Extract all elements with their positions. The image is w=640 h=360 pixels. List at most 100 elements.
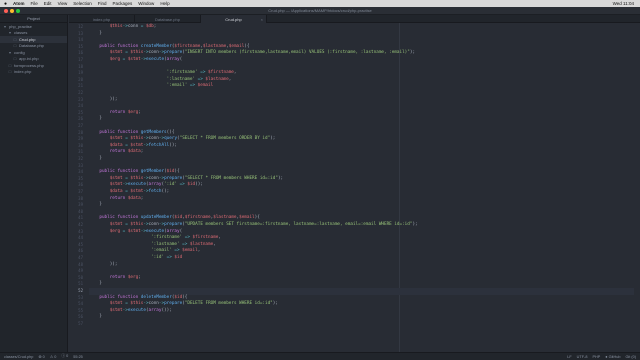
window-titlebar: Crud.php — /Applications/MAMP/htdocs/cru… xyxy=(0,7,640,15)
code-token: } xyxy=(89,314,102,320)
code-line[interactable]: } xyxy=(89,281,102,288)
menu-help[interactable]: Help xyxy=(160,1,169,6)
code-line[interactable]: $this->conn = $db; xyxy=(89,24,157,31)
minimize-window-icon[interactable] xyxy=(10,9,14,13)
code-token: ){ xyxy=(244,43,250,49)
apple-icon[interactable]: ● xyxy=(4,1,7,7)
tree-item-label: Database.php xyxy=(19,43,44,49)
code-line[interactable] xyxy=(89,288,634,295)
code-token: $id xyxy=(187,182,196,188)
code-line[interactable]: } xyxy=(89,202,102,209)
code-line[interactable]: $stmt = $this->conn->prepare("DELETE FRO… xyxy=(89,301,278,308)
close-tab-icon[interactable]: × xyxy=(261,17,263,22)
code-line[interactable]: ':email' => $email, xyxy=(89,248,200,255)
close-window-icon[interactable] xyxy=(4,9,8,13)
code-line[interactable]: $erg = $stmt->execute(array( xyxy=(89,57,182,64)
menu-window[interactable]: Window xyxy=(138,1,154,6)
maximize-window-icon[interactable] xyxy=(16,9,20,13)
tab-crud-php[interactable]: Crud.php × xyxy=(201,15,267,23)
line-number: 20 xyxy=(78,76,83,82)
code-token: $stmt xyxy=(127,57,141,62)
line-number-gutter[interactable]: 12 13 14 15 16 17 18 19 20 21 22 23 24 25 26 27 28 29 30 31… xyxy=(69,23,85,352)
status-errors[interactable]: ⊗ 0 xyxy=(38,354,44,359)
code-token: return xyxy=(109,149,128,155)
code-token: $email xyxy=(182,248,198,254)
status-file-path[interactable]: classes/Crud.php xyxy=(4,355,33,359)
code-line[interactable]: ':firstname' => $firstname, xyxy=(89,235,221,242)
code-token: } xyxy=(89,202,102,208)
code-token: ); xyxy=(270,136,276,142)
menu-file[interactable]: File xyxy=(31,1,38,6)
menu-packages[interactable]: Packages xyxy=(113,1,133,6)
code-line[interactable]: $stmt->execute(array(':id' => $id)); xyxy=(89,182,203,189)
window-controls xyxy=(4,9,20,13)
tab-index-php[interactable]: index.php xyxy=(69,15,135,23)
status-git-branch[interactable]: Git (0) xyxy=(625,355,636,359)
code-line[interactable]: } xyxy=(89,156,102,163)
status-line-ending[interactable]: LF xyxy=(567,355,571,359)
code-line[interactable]: return $data; xyxy=(89,149,144,156)
code-line[interactable]: )); xyxy=(89,97,118,104)
status-warnings[interactable]: ⚠ 0 xyxy=(50,354,57,359)
code-token: prepare xyxy=(164,50,183,56)
code-line[interactable]: ':id' => $id xyxy=(89,255,182,262)
code-token: $this xyxy=(130,175,144,181)
code-line[interactable]: ':email' => $email xyxy=(89,83,214,90)
status-encoding[interactable]: UTF-8 xyxy=(577,355,588,359)
menu-find[interactable]: Find xyxy=(98,1,107,6)
line-number: 17 xyxy=(78,57,83,62)
code-token: $stmt xyxy=(127,228,141,234)
code-line[interactable]: ':firstname' => $firstname, xyxy=(89,70,237,77)
status-cursor-position[interactable]: 55:25 xyxy=(73,355,83,359)
tab-database-php[interactable]: Database.php xyxy=(135,15,201,23)
tree-item-label: php_practise xyxy=(9,23,32,29)
line-number: 30 xyxy=(78,142,83,148)
line-number: 19 xyxy=(78,70,83,76)
code-token: execute xyxy=(127,182,146,188)
tree-item[interactable]: □ index.php xyxy=(0,69,67,76)
code-line[interactable]: $stmt = $this->conn->query("SELECT * FRO… xyxy=(89,136,276,143)
code-token: (); xyxy=(161,189,170,194)
code-line[interactable]: public function getMember($id){ xyxy=(89,169,179,176)
line-number: 25 xyxy=(78,109,83,115)
line-number: 22 xyxy=(78,90,83,95)
menubar-clock[interactable]: Wed 11:04 xyxy=(613,1,640,6)
status-grammar[interactable]: PHP xyxy=(592,355,600,359)
line-number: 18 xyxy=(78,63,83,69)
code-line[interactable]: $data = $stmt->fetch(); xyxy=(89,189,170,196)
code-line[interactable]: $stmt = $this->conn->prepare("UPDATE mem… xyxy=(89,222,418,229)
code-line[interactable]: $stmt = $this->conn->prepare("INSERT INT… xyxy=(89,50,415,57)
code-token: return xyxy=(109,274,128,280)
menu-view[interactable]: View xyxy=(58,1,68,6)
menu-edit[interactable]: Edit xyxy=(44,1,52,6)
code-line[interactable]: } xyxy=(89,31,102,38)
code-line[interactable]: )); xyxy=(89,262,118,269)
code-line[interactable]: } xyxy=(89,116,102,123)
code-token: createMember xyxy=(140,43,172,49)
menu-app-name[interactable]: Atom xyxy=(13,1,25,6)
github-label: GitHub xyxy=(608,354,621,359)
code-token: conn xyxy=(148,175,159,181)
status-github[interactable]: ● GitHub xyxy=(605,355,620,359)
code-token: $stmt xyxy=(130,142,144,148)
code-line[interactable]: public function updateMember($id,$firstn… xyxy=(89,215,259,222)
status-info[interactable]: ⓘ 0 xyxy=(61,354,68,359)
tree-item-label: Crud.php xyxy=(19,36,36,42)
code-editor[interactable]: 12 13 14 15 16 17 18 19 20 21 22 23 24 25 26 27 28 29 30 31… xyxy=(69,23,640,352)
code-token: } xyxy=(89,281,102,287)
code-line[interactable]: } xyxy=(89,314,102,321)
menu-selection[interactable]: Selection xyxy=(73,1,92,6)
code-token: "SELECT * FROM members ORDER BY id" xyxy=(179,136,271,142)
code-token: conn xyxy=(148,222,159,227)
line-number: 39 xyxy=(78,202,83,208)
code-token: public function xyxy=(99,43,141,49)
